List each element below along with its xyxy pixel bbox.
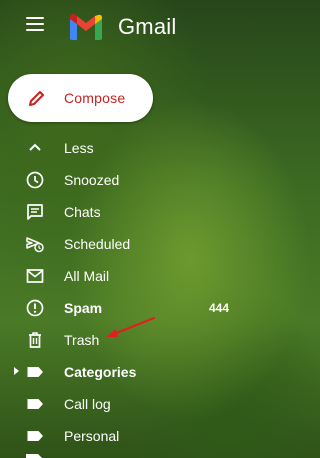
label-icon <box>27 367 43 377</box>
top-bar: Gmail <box>0 0 251 56</box>
annotation-arrow-icon <box>106 316 156 337</box>
sidebar-item-label: Snoozed <box>64 172 120 188</box>
sidebar-item-all-mail[interactable]: All Mail <box>0 260 251 292</box>
chat-icon <box>27 204 43 220</box>
label-icon <box>27 431 43 441</box>
sidebar-item-label: Personal <box>64 428 120 444</box>
hamburger-menu-icon[interactable] <box>26 17 46 33</box>
label-icon <box>27 399 43 409</box>
sidebar-item-call-log[interactable]: Call log <box>0 388 251 420</box>
pencil-icon <box>29 91 44 106</box>
sidebar-item-label: Call log <box>64 396 111 412</box>
sidebar-item-less[interactable]: Less <box>0 132 251 164</box>
sidebar-item-label: Scheduled <box>64 236 131 252</box>
expand-caret-icon[interactable] <box>14 367 19 375</box>
brand-name: Gmail <box>118 14 177 39</box>
sidebar-item-scheduled[interactable]: Scheduled <box>0 228 251 260</box>
sidebar-item-snoozed[interactable]: Snoozed <box>0 164 251 196</box>
sidebar-item-label: Chats <box>64 204 101 220</box>
sidebar-item-chats[interactable]: Chats <box>0 196 251 228</box>
sidebar-item-label: Categories <box>64 364 137 380</box>
compose-button[interactable]: Compose <box>8 74 153 122</box>
label-icon <box>26 454 42 458</box>
chevron-up-icon <box>29 143 41 151</box>
scheduled-send-icon <box>26 237 44 253</box>
trash-icon <box>29 332 41 348</box>
mail-icon <box>26 269 44 283</box>
clock-icon <box>26 171 44 189</box>
spam-icon <box>26 299 44 317</box>
sidebar-item-label: Trash <box>64 332 100 348</box>
sidebar-item-categories[interactable]: Categories <box>0 356 251 388</box>
sidebar-item-label: All Mail <box>64 268 110 284</box>
gmail-logo-icon[interactable] <box>68 13 104 41</box>
spam-count-badge: 444 <box>208 301 229 315</box>
sidebar-item-label: Less <box>64 140 94 156</box>
compose-label: Compose <box>64 90 126 106</box>
sidebar-item-label: Spam <box>64 300 103 316</box>
